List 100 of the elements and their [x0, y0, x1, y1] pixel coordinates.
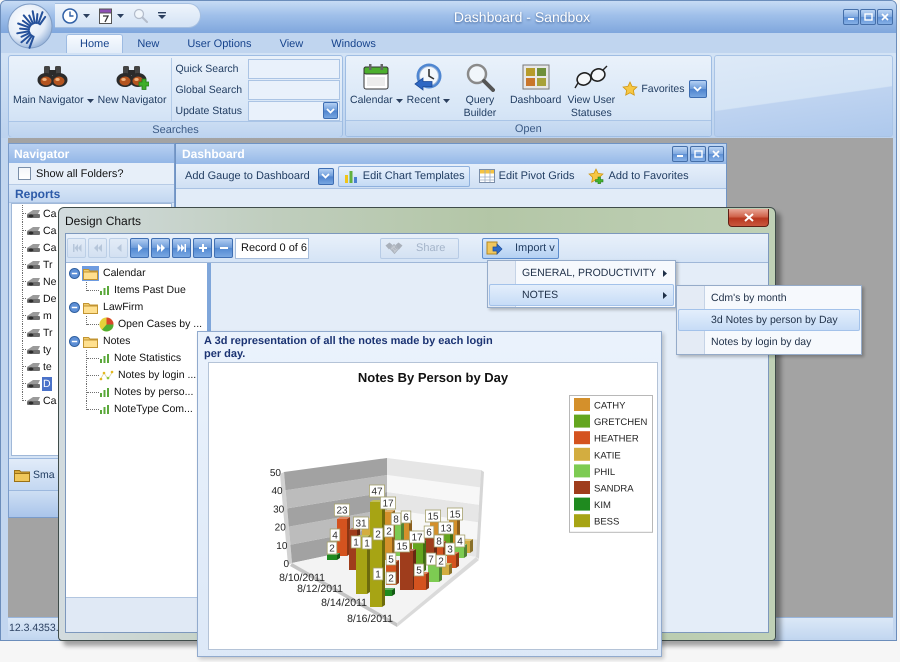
dashboard-grid-icon — [522, 64, 550, 90]
printer-icon — [26, 310, 42, 322]
printer-icon — [26, 326, 42, 338]
magnifier-icon — [464, 62, 495, 92]
ribbon-button[interactable]: Calendar — [348, 58, 405, 120]
ribbon-tab[interactable]: View — [266, 34, 318, 53]
maximize-button[interactable] — [690, 146, 706, 162]
minimize-button[interactable] — [672, 146, 688, 162]
close-icon — [712, 150, 720, 158]
ribbon-button[interactable]: Query Builder — [452, 58, 508, 120]
dropdown-button[interactable] — [323, 102, 338, 119]
tree-item[interactable]: Items Past Due — [113, 284, 187, 297]
add-button[interactable] — [193, 238, 212, 258]
tree-item[interactable]: Calendar — [102, 267, 147, 280]
status-combo-box[interactable] — [248, 100, 340, 120]
ribbon-button[interactable]: Dashboard — [508, 58, 564, 120]
value-label: 1 — [372, 568, 384, 580]
toolbar-button[interactable]: Edit Pivot Grids — [474, 166, 580, 186]
tree-item[interactable]: te — [42, 360, 53, 374]
tree-item[interactable]: NoteType Com... — [113, 403, 194, 416]
ribbon-tab[interactable]: Home — [66, 34, 124, 53]
printer-icon — [26, 258, 42, 270]
binoculars-plus-icon — [115, 64, 150, 90]
logo-icon[interactable] — [7, 3, 53, 49]
maximize-icon — [694, 150, 702, 158]
search-field[interactable] — [248, 58, 340, 78]
close-button[interactable] — [728, 209, 769, 227]
ribbon-button[interactable]: Favorites — [621, 80, 686, 98]
dropdown-icon[interactable] — [158, 12, 166, 19]
ribbon-button[interactable]: Recent — [404, 58, 452, 120]
grid-icon — [478, 169, 495, 183]
tree-item[interactable]: m — [42, 308, 53, 322]
tree-item[interactable]: Tr — [42, 258, 54, 272]
tree-item[interactable]: Ca — [42, 394, 58, 408]
dropdown-button[interactable] — [688, 80, 707, 98]
tree-item[interactable]: ty — [42, 342, 52, 356]
checkbox[interactable] — [18, 167, 31, 180]
menu-item[interactable]: Notes by login by day — [678, 331, 860, 353]
caret-icon — [83, 14, 90, 18]
legend-label: KIM — [594, 500, 611, 512]
menu-item[interactable]: Cdm's by month — [678, 287, 860, 309]
window-title: Design Charts — [65, 214, 142, 228]
field-label: Update Status — [176, 104, 242, 116]
dropdown-button[interactable] — [318, 168, 334, 184]
ribbon-tab[interactable]: New — [123, 34, 174, 53]
tree-item[interactable]: Ca — [42, 224, 58, 238]
ribbon-tab[interactable]: Windows — [317, 34, 390, 53]
remove-button[interactable] — [214, 238, 233, 258]
field-label: Global Search — [176, 84, 242, 96]
version-label: 12.3.4353. — [9, 622, 59, 634]
tree-item[interactable]: Notes by login ... — [117, 369, 198, 382]
tree-item[interactable]: LawFirm — [102, 301, 144, 314]
import-button[interactable]: Import v — [482, 238, 559, 258]
ribbon-tab[interactable]: User Options — [173, 34, 266, 53]
legend-label: GRETCHEN — [594, 417, 648, 428]
minus-circle-icon[interactable] — [69, 268, 80, 279]
value-label: 1 — [350, 536, 362, 548]
tree-item[interactable]: Notes by perso... — [113, 386, 194, 399]
toolbar-button[interactable]: Add Gauge to Dashboard — [180, 166, 315, 186]
binoculars-icon — [36, 64, 70, 90]
tree-item[interactable]: Ca — [42, 206, 58, 220]
printer-icon — [26, 292, 42, 304]
ribbon-button[interactable]: Main Navigator — [11, 58, 96, 120]
record-counter: Record 0 of 6 — [235, 238, 309, 258]
menu-item[interactable]: GENERAL, PRODUCTIVITY — [489, 262, 674, 284]
minus-circle-icon[interactable] — [69, 336, 80, 347]
close-icon — [744, 213, 754, 222]
value-label: 17 — [380, 496, 396, 510]
tree-item[interactable]: De — [42, 292, 58, 306]
last-button[interactable] — [172, 238, 191, 258]
value-label: 2 — [326, 542, 338, 554]
calendar-page-icon[interactable] — [99, 8, 112, 24]
ribbon-button[interactable]: View User Statuses — [563, 58, 620, 120]
legend-label: BESS — [594, 516, 620, 528]
next-button[interactable] — [130, 238, 149, 258]
maximize-button[interactable] — [860, 9, 876, 25]
printer-icon — [26, 208, 42, 220]
search-field[interactable] — [248, 80, 340, 100]
axis-label: 10 — [276, 540, 288, 552]
menu-item[interactable]: 3d Notes by person by Day — [678, 309, 860, 331]
minus-circle-icon[interactable] — [69, 302, 80, 313]
star-icon — [622, 81, 638, 97]
handshake-icon — [385, 241, 403, 255]
preview-description: A 3d representation of all the notes made by each login per day. — [204, 335, 494, 361]
clock-icon[interactable] — [62, 8, 78, 24]
tree-item[interactable]: Ca — [42, 240, 58, 254]
tree-item[interactable]: Note Statistics — [113, 352, 182, 365]
tree-item[interactable]: Notes — [102, 335, 132, 348]
printer-icon — [26, 276, 42, 288]
tree-item[interactable]: Tr — [42, 326, 54, 340]
minimize-button[interactable] — [843, 9, 859, 25]
toolbar-button[interactable]: Edit Chart Templates — [338, 166, 470, 186]
tree-item[interactable]: Open Cases by ... — [117, 318, 204, 331]
toolbar-button[interactable]: Add to Favorites — [583, 166, 694, 186]
tree-item[interactable]: Ne — [42, 274, 58, 288]
menu-item[interactable]: NOTES — [489, 284, 674, 306]
value-label: 47 — [369, 484, 385, 498]
tree-item[interactable]: D — [42, 376, 52, 390]
ribbon-button[interactable]: New Navigator — [96, 58, 168, 120]
next-page-button[interactable] — [151, 238, 170, 258]
